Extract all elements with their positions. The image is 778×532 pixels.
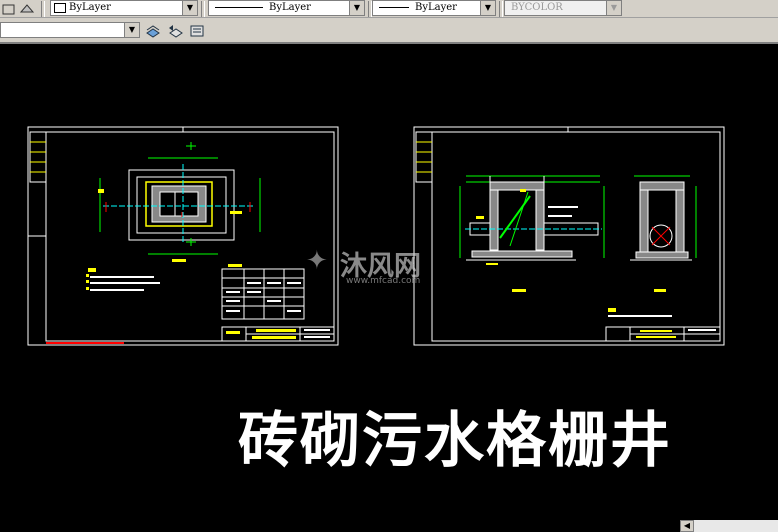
right-sheet [413,126,725,346]
properties-toolbar: ByLayer ▼ ByLayer ▼ ByLayer ▼ BYCOLOR ▼ [0,0,778,18]
right-notes [605,308,721,342]
plan-view [98,142,261,262]
left-sheet [27,126,339,346]
linetype-combo-value: ByLayer [269,2,311,13]
layer-select-combo[interactable]: ▼ [0,22,140,38]
left-notes [86,268,160,291]
toolbar-separator [41,1,45,17]
layer-previous-icon[interactable] [166,22,184,38]
layer-manager-icon[interactable] [144,22,162,38]
chevron-down-icon[interactable]: ▼ [182,1,197,15]
lineweight-combo-value: ByLayer [415,2,457,13]
material-table [221,264,305,320]
chevron-down-icon[interactable]: ▼ [349,1,364,15]
drawing-title: 砖砌污水格栅井 [238,406,672,476]
linetype-preview-icon [215,7,263,8]
color-combo[interactable]: ByLayer ▼ [50,0,198,16]
chevron-down-icon[interactable]: ▼ [480,1,495,15]
chevron-down-icon[interactable]: ▼ [606,1,621,15]
plotstyle-combo-value: BYCOLOR [511,2,563,13]
scrollbar-track[interactable] [694,520,778,532]
plotstyle-combo[interactable]: BYCOLOR ▼ [504,0,622,16]
chevron-down-icon[interactable]: ▼ [124,23,139,37]
layer-states-icon[interactable] [0,0,18,16]
lineweight-combo[interactable]: ByLayer ▼ [372,0,496,16]
watermark-logo-icon: ✦ [306,246,328,276]
section-view-1 [459,175,605,292]
left-sheet-inner-frame [45,131,335,342]
layers-toolbar: ▼ [0,18,778,44]
layer-states-manager-icon[interactable] [188,22,206,38]
left-title-block [221,326,335,342]
linetype-combo[interactable]: ByLayer ▼ [208,0,365,16]
left-binding-strip [29,131,47,183]
right-binding-strip [415,131,433,183]
horizontal-scrollbar[interactable]: ◀ [0,520,778,532]
make-current-icon[interactable] [18,0,36,16]
lineweight-preview-icon [379,7,409,8]
section-view-2 [630,175,697,292]
toolbar-separator [201,1,205,17]
color-combo-value: ByLayer [69,2,111,13]
watermark-url: www.mfcad.com [346,276,421,286]
scroll-left-icon[interactable]: ◀ [680,520,694,532]
toolbar-separator [499,1,503,17]
color-swatch-icon [54,2,66,13]
